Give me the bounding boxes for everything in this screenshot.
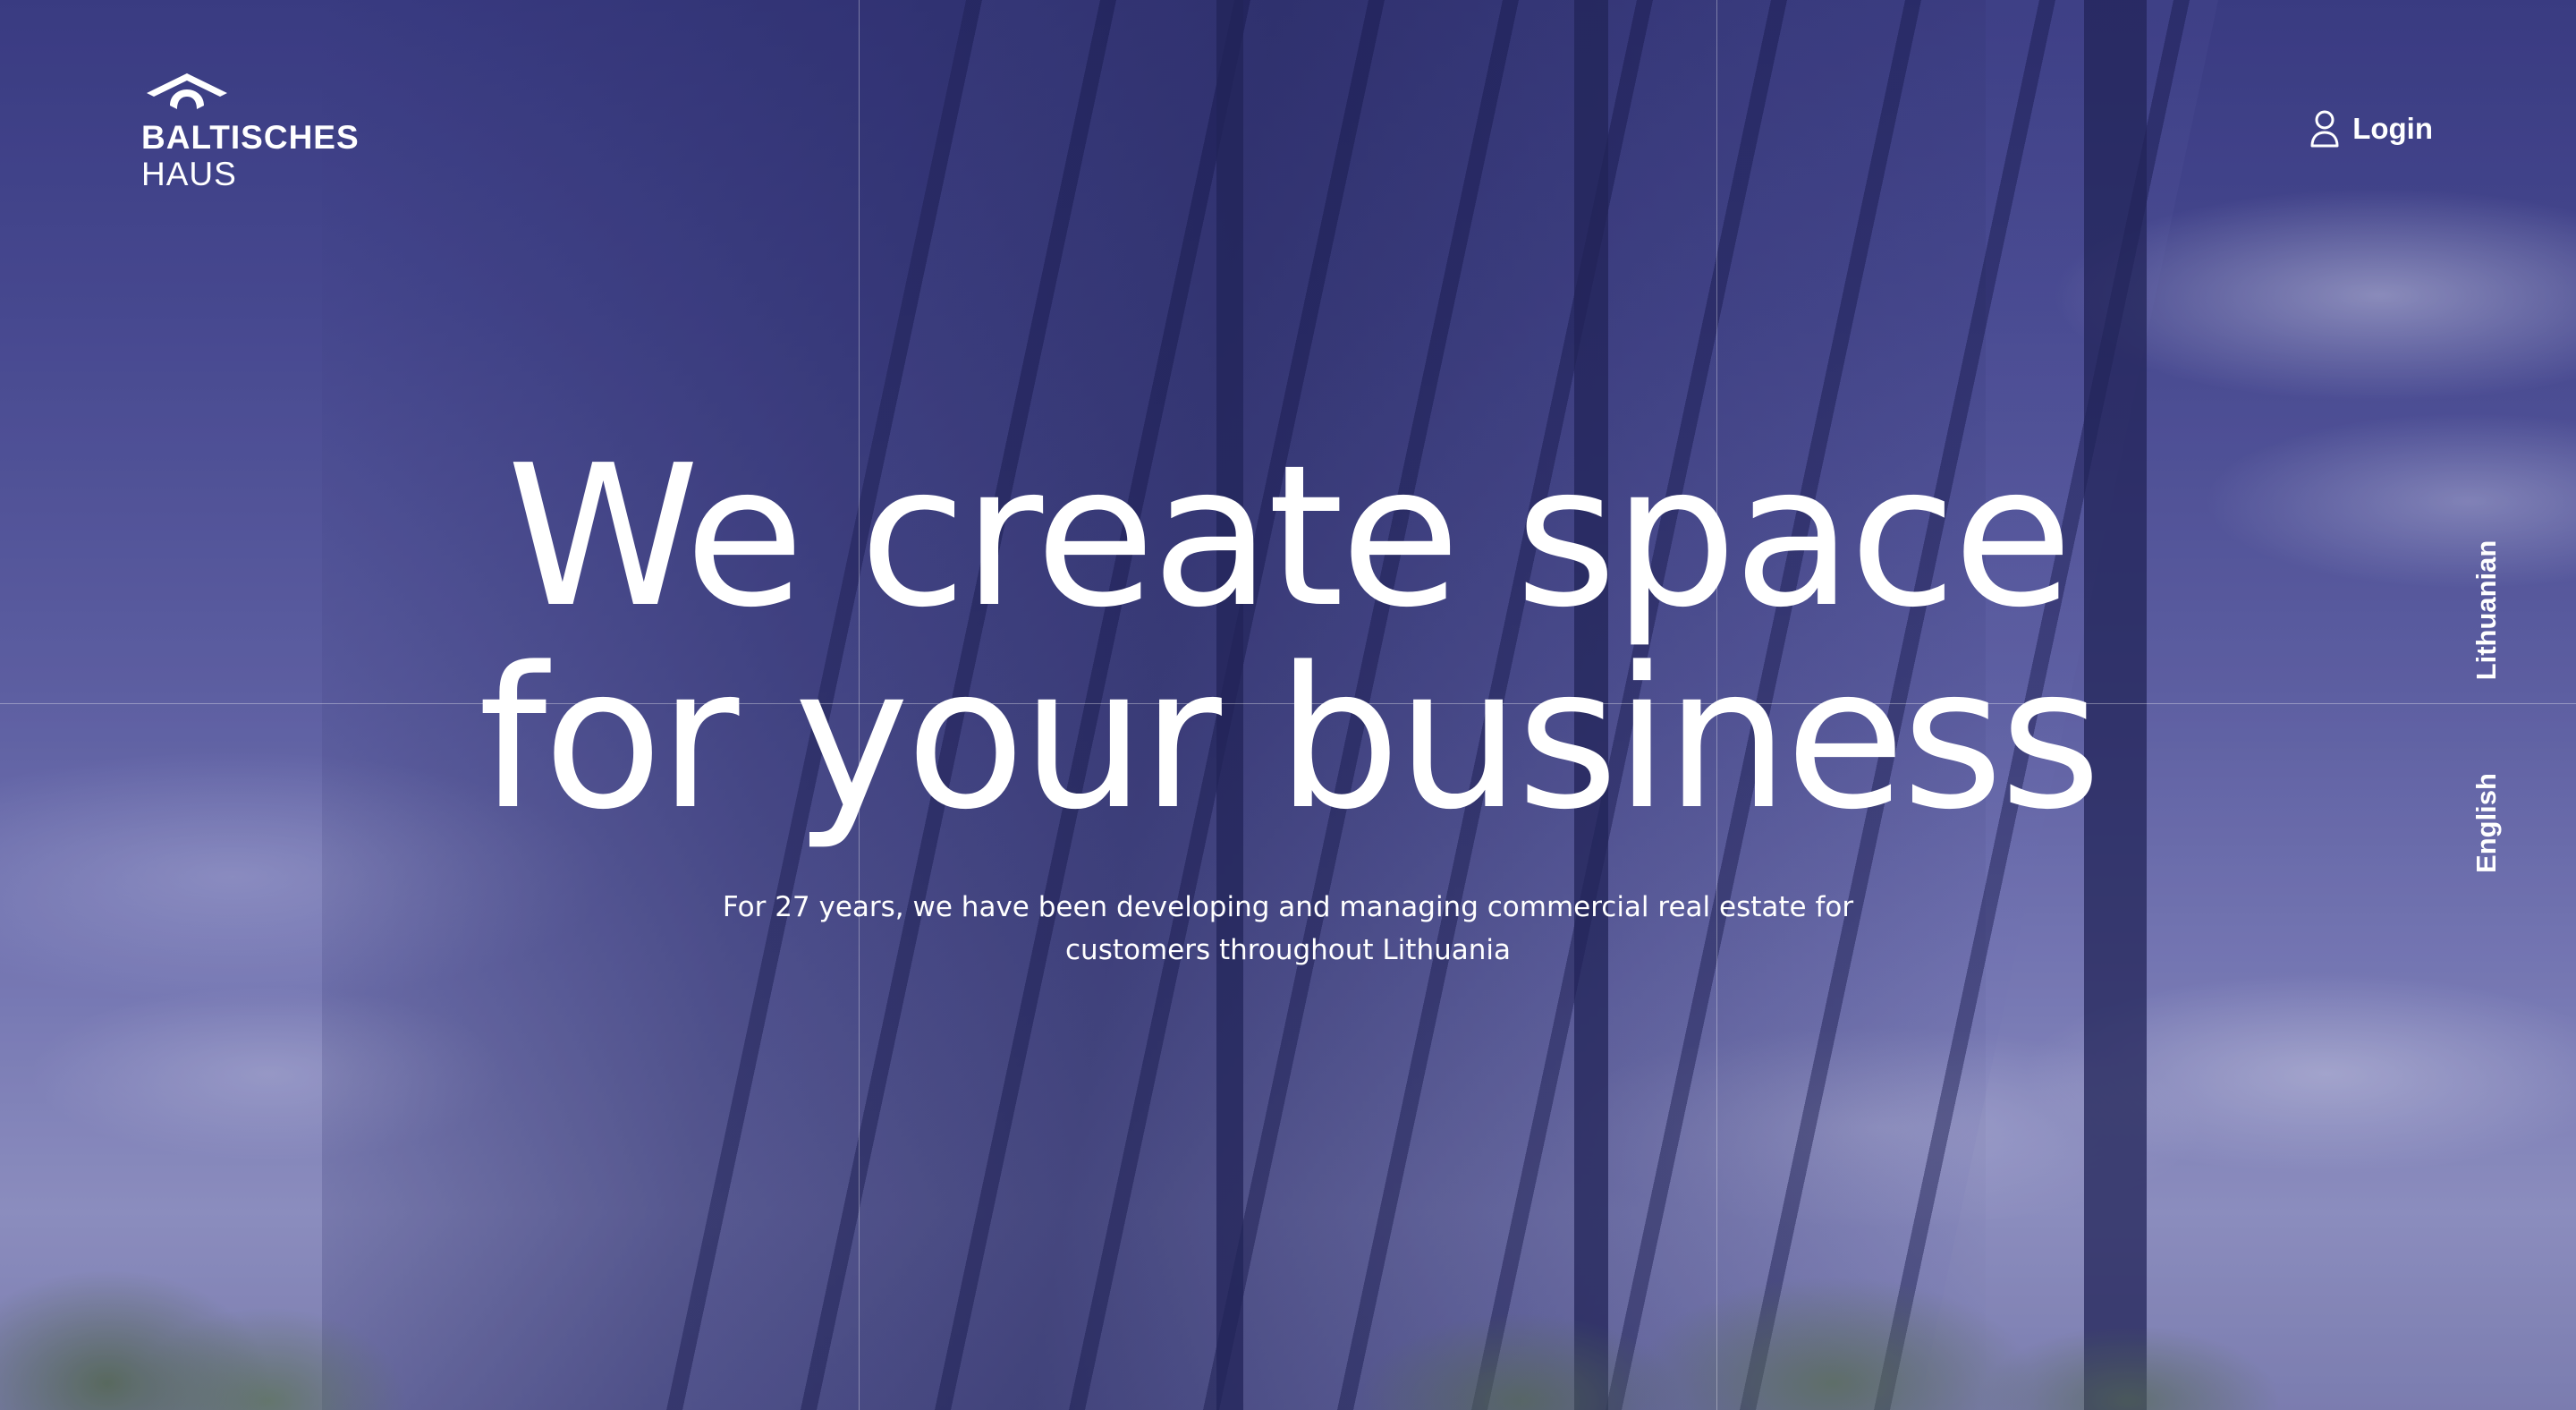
hero-section: BALTISCHES HAUS Login Lithuanian English… [0,0,2576,1410]
user-icon [2310,110,2339,148]
login-button[interactable]: Login [2309,109,2433,149]
login-label: Login [2352,112,2433,145]
hero-subtitle: For 27 years, we have been developing an… [722,891,1854,966]
hero-headline-line2: for your business [478,626,2102,853]
hero-headline-line1: We create space [506,424,2072,650]
hero-headline: We create space for your business [0,437,2576,841]
brand-name-line2: HAUS [141,156,237,192]
brand-name-line1: BALTISCHES [141,119,360,156]
house-roof-logo-icon [147,73,227,109]
brand-logo[interactable]: BALTISCHES HAUS [141,70,374,195]
